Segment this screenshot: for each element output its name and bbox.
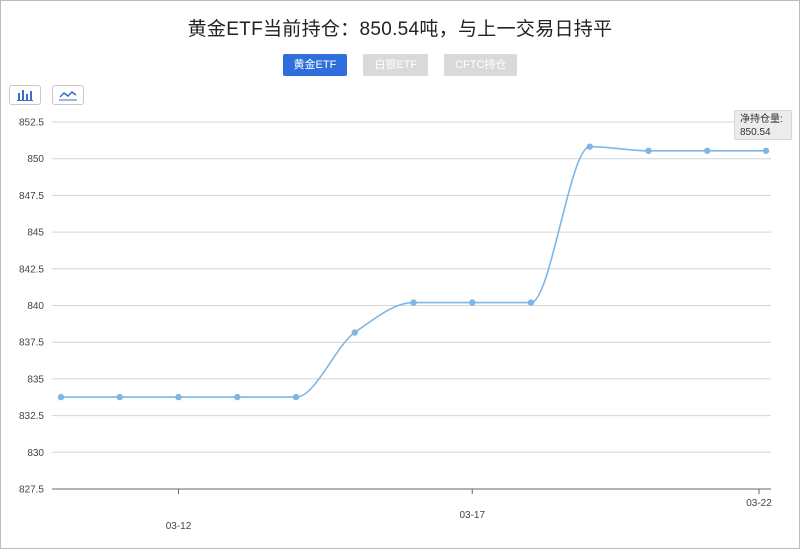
data-point[interactable] — [527, 299, 535, 306]
line-chart: 827.5 830 832.5 835 837.5 840 842.5 845 847.5 850… — [19, 118, 772, 533]
series-points — [57, 143, 770, 401]
y-tick-label: 845 — [27, 228, 44, 239]
y-tick-label: 832.5 — [19, 411, 44, 422]
y-tick-label: 840 — [27, 301, 44, 312]
grid-lines — [52, 121, 771, 490]
y-tick-label: 842.5 — [19, 264, 44, 275]
data-point[interactable] — [762, 147, 770, 154]
data-point[interactable] — [292, 393, 300, 401]
tooltip-value: 850.54 — [740, 127, 771, 138]
data-point[interactable] — [586, 143, 593, 150]
y-tick-label: 847.5 — [19, 191, 44, 202]
value-tooltip: 净持仓量: 850.54 — [734, 110, 792, 140]
data-point[interactable] — [410, 299, 417, 306]
y-tick-label: 830 — [27, 448, 44, 459]
y-tick-label: 850 — [27, 154, 44, 165]
data-point[interactable] — [116, 393, 123, 401]
data-point[interactable] — [469, 299, 476, 306]
x-tick-label: 03-17 — [459, 510, 485, 521]
y-axis-ticks: 827.5 830 832.5 835 837.5 840 842.5 845 847.5 850… — [19, 118, 44, 496]
tooltip-label: 净持仓量: — [740, 114, 783, 125]
data-point[interactable] — [351, 329, 358, 336]
y-tick-label: 852.5 — [19, 118, 44, 129]
data-point[interactable] — [704, 147, 711, 154]
x-axis: 03-12 03-17 03-22 — [52, 488, 772, 532]
x-tick-label: 03-12 — [166, 521, 192, 532]
y-tick-label: 837.5 — [19, 338, 44, 349]
series-line — [61, 145, 766, 398]
y-tick-label: 827.5 — [19, 485, 44, 496]
x-tick-label: 03-22 — [746, 498, 772, 509]
data-point[interactable] — [175, 393, 182, 401]
y-tick-label: 835 — [27, 374, 44, 385]
data-point[interactable] — [57, 393, 65, 401]
data-point[interactable] — [645, 147, 652, 154]
data-point[interactable] — [234, 393, 241, 401]
